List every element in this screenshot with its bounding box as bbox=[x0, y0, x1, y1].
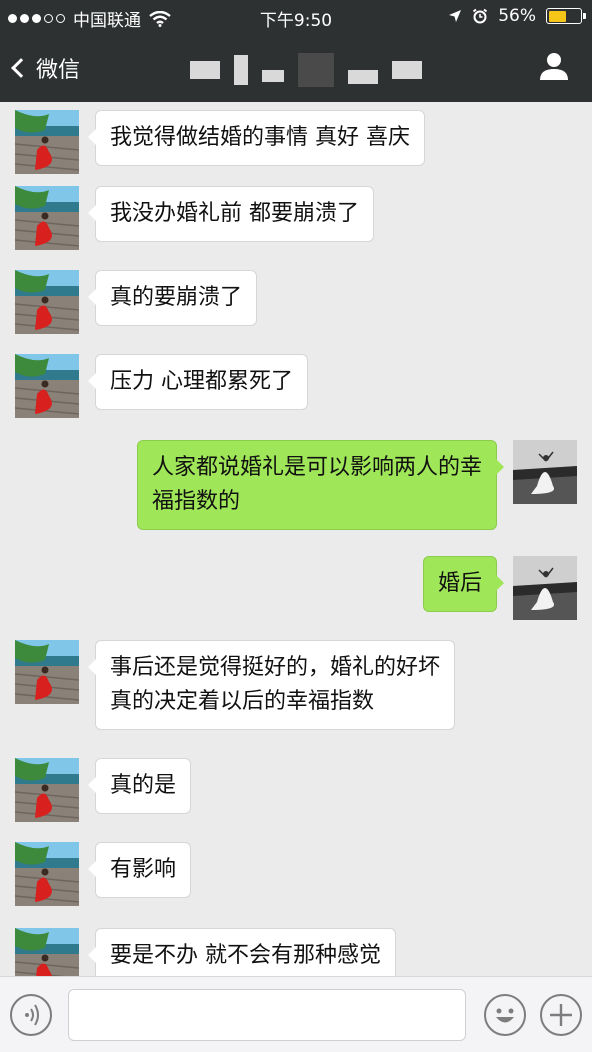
message-input[interactable] bbox=[68, 989, 466, 1041]
contact-avatar[interactable] bbox=[15, 186, 79, 250]
contact-avatar[interactable] bbox=[15, 928, 79, 976]
chevron-left-icon bbox=[11, 58, 31, 78]
voice-icon bbox=[25, 1004, 39, 1026]
chat-title-redacted bbox=[190, 53, 460, 87]
contact-avatar[interactable] bbox=[15, 354, 79, 418]
message-text-line: 婚后 bbox=[437, 571, 482, 596]
nav-bar: 微信 bbox=[0, 34, 592, 102]
received-message-bubble[interactable]: 真的是 bbox=[87, 758, 192, 814]
contact-avatar[interactable] bbox=[15, 842, 79, 906]
message-text-line: 我觉得做结婚的事情 真好 喜庆 bbox=[110, 125, 410, 150]
my-avatar[interactable] bbox=[513, 556, 577, 620]
emoji-button[interactable] bbox=[484, 994, 526, 1036]
message-text-line: 要是不办 就不会有那种感觉 bbox=[110, 943, 381, 968]
message-text-line: 我没办婚礼前 都要崩溃了 bbox=[110, 201, 359, 226]
back-label: 微信 bbox=[36, 58, 81, 83]
sent-message-bubble[interactable]: 人家都说婚礼是可以影响两人的幸 福指数的 bbox=[136, 440, 505, 530]
top-bar: 中国联通 下午9:50 56% 微信 bbox=[0, 0, 592, 102]
back-button[interactable]: 微信 bbox=[11, 52, 81, 84]
battery-fill bbox=[548, 10, 566, 22]
person-icon[interactable] bbox=[538, 50, 570, 82]
received-message-bubble[interactable]: 有影响 bbox=[87, 842, 192, 898]
message-text-line: 真的是 bbox=[110, 773, 177, 798]
received-message-bubble[interactable]: 压力 心理都累死了 bbox=[88, 354, 308, 410]
battery-percent: 56% bbox=[498, 6, 536, 26]
voice-button[interactable] bbox=[10, 994, 52, 1036]
received-message-bubble[interactable]: 事后还是觉得挺好的，婚礼的好坏 真的决定着以后的幸福指数 bbox=[87, 640, 456, 730]
received-message-bubble[interactable]: 真的要崩溃了 bbox=[87, 270, 258, 326]
message-text-line: 事后还是觉得挺好的，婚礼的好坏 bbox=[110, 655, 441, 680]
status-bar: 中国联通 下午9:50 56% bbox=[0, 0, 592, 34]
input-bar bbox=[0, 976, 592, 1052]
received-message-bubble[interactable]: 要是不办 就不会有那种感觉 bbox=[88, 928, 396, 976]
chat-area[interactable]: 我觉得做结婚的事情 真好 喜庆 我没办婚礼前 都要崩溃了 真的要崩溃了 压力 心… bbox=[0, 102, 592, 976]
redaction-block bbox=[190, 61, 220, 79]
emoji-icon bbox=[496, 1008, 514, 1023]
message-text-line: 真的要崩溃了 bbox=[110, 285, 243, 310]
redaction-block bbox=[348, 70, 378, 84]
message-text-line: 真的决定着以后的幸福指数 bbox=[110, 689, 375, 714]
my-avatar[interactable] bbox=[513, 440, 577, 504]
redaction-block bbox=[262, 70, 284, 82]
alarm-icon bbox=[473, 8, 488, 24]
location-arrow-icon bbox=[449, 10, 462, 22]
plus-button[interactable] bbox=[540, 994, 582, 1036]
message-text-line: 压力 心理都累死了 bbox=[110, 369, 293, 394]
battery-icon bbox=[546, 8, 586, 24]
contact-avatar[interactable] bbox=[15, 640, 79, 704]
sent-message-bubble[interactable]: 婚后 bbox=[422, 556, 505, 612]
message-text-line: 人家都说婚礼是可以影响两人的幸 bbox=[151, 455, 482, 480]
received-message-bubble[interactable]: 我觉得做结婚的事情 真好 喜庆 bbox=[88, 110, 425, 166]
contact-avatar[interactable] bbox=[15, 270, 79, 334]
redaction-block bbox=[298, 53, 334, 87]
redaction-block bbox=[392, 61, 422, 79]
received-message-bubble[interactable]: 我没办婚礼前 都要崩溃了 bbox=[88, 186, 374, 242]
redaction-block bbox=[234, 55, 248, 85]
plus-icon bbox=[550, 1004, 572, 1026]
message-text-line: 有影响 bbox=[110, 857, 177, 882]
status-right: 56% bbox=[448, 6, 586, 26]
contact-avatar[interactable] bbox=[15, 110, 79, 174]
contact-avatar[interactable] bbox=[15, 758, 79, 822]
message-text-line: 福指数的 bbox=[151, 489, 240, 514]
